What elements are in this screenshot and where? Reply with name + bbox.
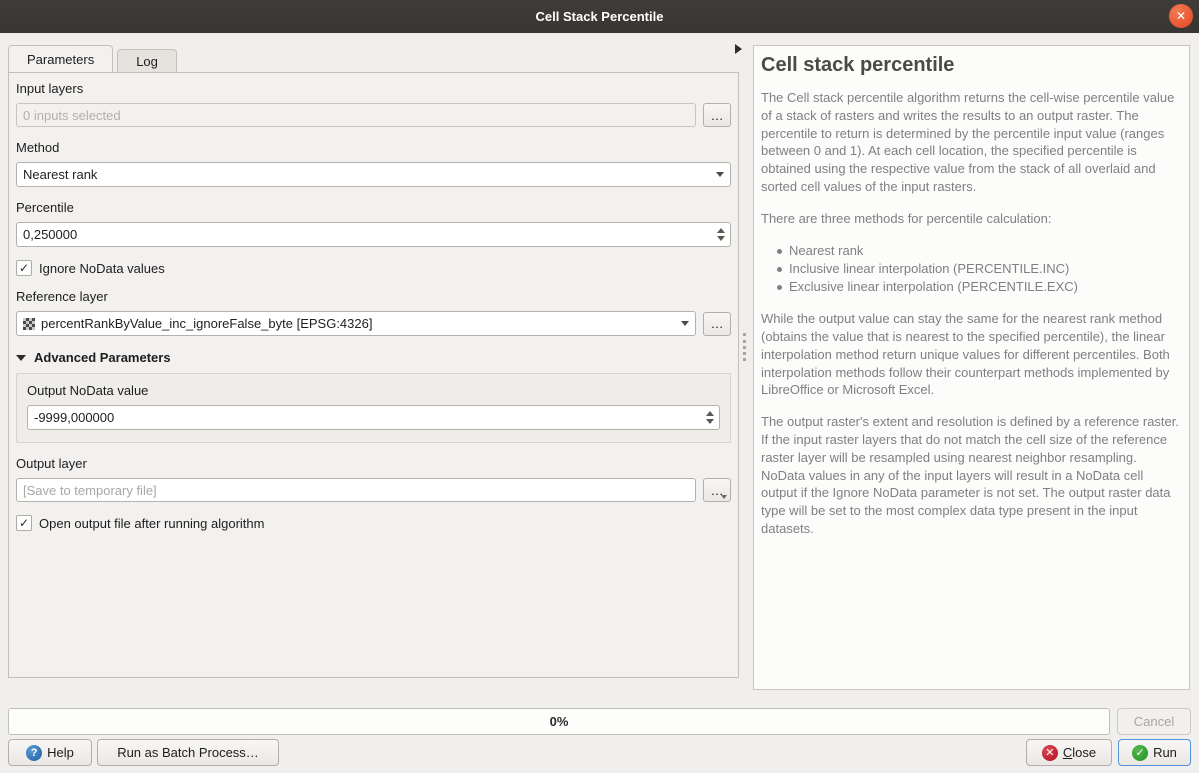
ignore-nodata-checkbox[interactable]: ✓ <box>16 260 32 276</box>
input-layers-browse-button[interactable]: … <box>703 103 731 127</box>
collapse-triangle-icon <box>16 355 26 361</box>
help-button-label: Help <box>47 745 74 760</box>
open-output-checkbox[interactable]: ✓ <box>16 515 32 531</box>
reference-layer-browse-button[interactable]: … <box>703 312 731 336</box>
close-icon: ✕ <box>1176 9 1186 23</box>
reference-layer-combobox[interactable]: percentRankByValue_inc_ignoreFalse_byte … <box>16 311 696 336</box>
splitter-handle[interactable] <box>743 333 746 361</box>
percentile-spin-buttons[interactable] <box>712 223 730 246</box>
spin-down-icon <box>706 419 714 424</box>
list-item: Inclusive linear interpolation (PERCENTI… <box>789 260 1179 278</box>
tab-log[interactable]: Log <box>117 49 177 72</box>
input-layers-value: 0 inputs selected <box>23 108 121 123</box>
spin-up-icon <box>717 228 725 233</box>
spin-up-icon <box>706 411 714 416</box>
tab-parameters-label: Parameters <box>27 52 94 67</box>
percentile-label: Percentile <box>16 200 731 215</box>
chevron-down-icon <box>716 172 724 177</box>
window-title: Cell Stack Percentile <box>536 9 664 24</box>
close-button-label: Close <box>1063 745 1096 760</box>
ignore-nodata-row: ✓ Ignore NoData values <box>16 260 731 276</box>
parameters-pane: Input layers 0 inputs selected … Method … <box>8 72 739 678</box>
output-layer-label: Output layer <box>16 456 731 471</box>
method-value: Nearest rank <box>23 167 97 182</box>
output-layer-field[interactable]: [Save to temporary file] <box>16 478 696 502</box>
help-paragraph: The output raster's extent and resolutio… <box>761 413 1179 538</box>
run-check-icon: ✓ <box>1132 745 1148 761</box>
advanced-parameters-title: Advanced Parameters <box>34 350 171 365</box>
collapse-help-panel-icon[interactable] <box>735 44 742 54</box>
ellipsis-icon: … <box>711 108 724 123</box>
cancel-label: Cancel <box>1134 714 1174 729</box>
reference-layer-value: percentRankByValue_inc_ignoreFalse_byte … <box>41 316 372 331</box>
help-paragraph: The Cell stack percentile algorithm retu… <box>761 89 1179 196</box>
progress-bar: 0% <box>8 708 1110 735</box>
progress-value: 0% <box>550 714 569 729</box>
percentile-value: 0,250000 <box>23 227 712 242</box>
check-icon: ✓ <box>19 516 29 530</box>
titlebar: Cell Stack Percentile ✕ <box>0 0 1199 33</box>
cell-stack-percentile-dialog: { "window": { "title": "Cell Stack Perce… <box>0 0 1199 773</box>
raster-layer-icon <box>23 318 35 330</box>
percentile-spinbox[interactable]: 0,250000 <box>16 222 731 247</box>
tab-log-label: Log <box>136 54 158 69</box>
spin-down-icon <box>717 236 725 241</box>
check-icon: ✓ <box>19 261 29 275</box>
help-method-list: Nearest rank Inclusive linear interpolat… <box>761 242 1179 297</box>
list-item: Exclusive linear interpolation (PERCENTI… <box>789 278 1179 296</box>
tab-bar: Parameters Log <box>8 46 177 72</box>
output-nodata-label: Output NoData value <box>27 383 720 398</box>
output-nodata-value: -9999,000000 <box>34 410 701 425</box>
open-output-row: ✓ Open output file after running algorit… <box>16 515 731 531</box>
method-combobox[interactable]: Nearest rank <box>16 162 731 187</box>
help-title: Cell stack percentile <box>761 54 1179 77</box>
output-nodata-spin-buttons[interactable] <box>701 406 719 429</box>
advanced-parameters-header[interactable]: Advanced Parameters <box>16 350 731 365</box>
run-as-batch-button[interactable]: Run as Batch Process… <box>97 739 279 766</box>
close-button[interactable]: ✕ Close <box>1026 739 1112 766</box>
input-layers-label: Input layers <box>16 81 731 96</box>
open-output-label: Open output file after running algorithm <box>39 516 264 531</box>
advanced-parameters-group: Output NoData value -9999,000000 <box>16 373 731 443</box>
ellipsis-icon: … <box>711 316 724 331</box>
help-panel: Cell stack percentile The Cell stack per… <box>753 45 1190 690</box>
chevron-down-icon <box>721 495 727 499</box>
input-layers-field[interactable]: 0 inputs selected <box>16 103 696 127</box>
method-label: Method <box>16 140 731 155</box>
ignore-nodata-label: Ignore NoData values <box>39 261 165 276</box>
run-button[interactable]: ✓ Run <box>1118 739 1191 766</box>
reference-layer-label: Reference layer <box>16 289 731 304</box>
run-as-batch-label: Run as Batch Process… <box>117 745 259 760</box>
help-icon: ? <box>26 745 42 761</box>
close-x-icon: ✕ <box>1042 745 1058 761</box>
cancel-button[interactable]: Cancel <box>1117 708 1191 735</box>
output-layer-browse-button[interactable]: … <box>703 478 731 502</box>
help-button[interactable]: ? Help <box>8 739 92 766</box>
tab-parameters[interactable]: Parameters <box>8 45 113 72</box>
help-paragraph: While the output value can stay the same… <box>761 310 1179 399</box>
list-item: Nearest rank <box>789 242 1179 260</box>
chevron-down-icon <box>681 321 689 326</box>
output-layer-placeholder: [Save to temporary file] <box>23 483 157 498</box>
run-button-label: Run <box>1153 745 1177 760</box>
window-close-button[interactable]: ✕ <box>1169 4 1193 28</box>
help-paragraph: There are three methods for percentile c… <box>761 210 1179 228</box>
output-nodata-spinbox[interactable]: -9999,000000 <box>27 405 720 430</box>
